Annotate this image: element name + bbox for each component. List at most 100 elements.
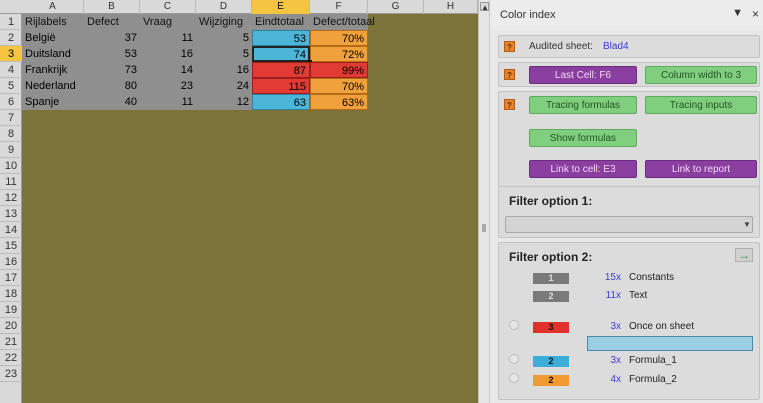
cell-e3-selected[interactable]: 74 xyxy=(252,46,310,62)
cell-b6[interactable]: 40 xyxy=(84,94,140,110)
spreadsheet-area[interactable]: A B C D E F G H 1 2 3 4 5 6 7 8 9 10 11 … xyxy=(0,0,478,403)
row-header[interactable]: 4 xyxy=(0,62,22,78)
link-to-report-button[interactable]: Link to report xyxy=(645,160,757,178)
cell-d4[interactable]: 16 xyxy=(196,62,252,78)
cell-f5[interactable]: 70% xyxy=(310,78,368,94)
cell-f1[interactable]: Defect/totaal xyxy=(310,14,375,30)
column-header-f[interactable]: F xyxy=(310,0,368,14)
cell-a1[interactable]: Rijlabels xyxy=(22,14,84,30)
cell-e1[interactable]: Eindtotaal xyxy=(252,14,310,30)
row-header[interactable]: 3 xyxy=(0,46,22,62)
radio-once-on-sheet[interactable] xyxy=(509,320,519,330)
row-header[interactable]: 20 xyxy=(0,318,22,334)
splitter-grip-icon[interactable] xyxy=(482,224,486,232)
filter-option-1-select[interactable] xyxy=(505,216,753,233)
cell-grid[interactable]: Rijlabels Defect Vraag Wijziging Eindtot… xyxy=(22,14,478,403)
column-width-button[interactable]: Column width to 3 xyxy=(645,66,757,84)
help-icon[interactable]: ? xyxy=(504,69,515,80)
filter-item-formula-2[interactable]: Formula_2 xyxy=(629,374,677,385)
cell-b5[interactable]: 80 xyxy=(84,78,140,94)
column-header-b[interactable]: B xyxy=(84,0,140,14)
row-header[interactable]: 13 xyxy=(0,206,22,222)
row-header[interactable]: 19 xyxy=(0,302,22,318)
panel-menu-dropdown-icon[interactable]: ▼ xyxy=(732,7,743,19)
scroll-up-arrow-icon[interactable]: ▲ xyxy=(480,2,489,12)
row-header[interactable]: 7 xyxy=(0,110,22,126)
cell-f2[interactable]: 70% xyxy=(310,30,368,46)
cell-d1[interactable]: Wijziging xyxy=(196,14,252,30)
apply-filter-arrow-icon[interactable]: → xyxy=(735,248,753,262)
row-header[interactable]: 11 xyxy=(0,174,22,190)
row-header[interactable]: 22 xyxy=(0,350,22,366)
cell-b1[interactable]: Defect xyxy=(84,14,140,30)
help-icon[interactable]: ? xyxy=(504,99,515,110)
row-header[interactable]: 21 xyxy=(0,334,22,350)
row-header[interactable]: 5 xyxy=(0,78,22,94)
cell-a3[interactable]: Duitsland xyxy=(22,46,84,62)
filter-item-text[interactable]: Text xyxy=(629,290,647,301)
panel-close-icon[interactable]: × xyxy=(752,7,759,21)
color-swatch-formula-2[interactable]: 2 xyxy=(533,375,569,386)
cell-f6[interactable]: 63% xyxy=(310,94,368,110)
link-to-cell-button[interactable]: Link to cell: E3 xyxy=(529,160,637,178)
cell-a5[interactable]: Nederland xyxy=(22,78,84,94)
row-header[interactable]: 10 xyxy=(0,158,22,174)
color-swatch-once-on-sheet[interactable]: 3 xyxy=(533,322,569,333)
cell-a2[interactable]: België xyxy=(22,30,84,46)
cell-c3[interactable]: 16 xyxy=(140,46,196,62)
cell-d6[interactable]: 12 xyxy=(196,94,252,110)
filter-item-once-on-sheet[interactable]: Once on sheet xyxy=(629,321,694,332)
cell-b3[interactable]: 53 xyxy=(84,46,140,62)
row-header[interactable]: 6 xyxy=(0,94,22,110)
radio-formula-1[interactable] xyxy=(509,354,519,364)
row-header[interactable]: 12 xyxy=(0,190,22,206)
column-header-c[interactable]: C xyxy=(140,0,196,14)
last-cell-button[interactable]: Last Cell: F6 xyxy=(529,66,637,84)
cell-c2[interactable]: 11 xyxy=(140,30,196,46)
cell-a6[interactable]: Spanje xyxy=(22,94,84,110)
column-header-g[interactable]: G xyxy=(368,0,424,14)
cell-a4[interactable]: Frankrijk xyxy=(22,62,84,78)
tracing-inputs-button[interactable]: Tracing inputs xyxy=(645,96,757,114)
row-header[interactable]: 18 xyxy=(0,286,22,302)
row-header[interactable]: 8 xyxy=(0,126,22,142)
cell-f4[interactable]: 99% xyxy=(310,62,368,78)
cell-e6[interactable]: 63 xyxy=(252,94,310,110)
cell-e2[interactable]: 53 xyxy=(252,30,310,46)
row-header[interactable]: 2 xyxy=(0,30,22,46)
row-header[interactable]: 9 xyxy=(0,142,22,158)
column-header-e[interactable]: E xyxy=(252,0,310,14)
radio-formula-2[interactable] xyxy=(509,373,519,383)
row-header[interactable]: 23 xyxy=(0,366,22,382)
cell-c1[interactable]: Vraag xyxy=(140,14,196,30)
cell-d3[interactable]: 5 xyxy=(196,46,252,62)
row-header[interactable]: 14 xyxy=(0,222,22,238)
pane-splitter[interactable]: ▲ xyxy=(478,0,490,403)
help-icon[interactable]: ? xyxy=(504,41,515,52)
row-header[interactable]: 1 xyxy=(0,14,22,30)
color-swatch-formula-1[interactable]: 2 xyxy=(533,356,569,367)
show-formulas-button[interactable]: Show formulas xyxy=(529,129,637,147)
select-chevron-down-icon[interactable]: ▼ xyxy=(743,220,751,229)
cell-d5[interactable]: 24 xyxy=(196,78,252,94)
color-swatch-text[interactable]: 2 xyxy=(533,291,569,302)
column-header-h[interactable]: H xyxy=(424,0,478,14)
cell-e5[interactable]: 115 xyxy=(252,78,310,94)
row-header[interactable]: 16 xyxy=(0,254,22,270)
column-header-d[interactable]: D xyxy=(196,0,252,14)
cell-b2[interactable]: 37 xyxy=(84,30,140,46)
row-header[interactable]: 15 xyxy=(0,238,22,254)
color-swatch-constants[interactable]: 1 xyxy=(533,273,569,284)
cell-c6[interactable]: 11 xyxy=(140,94,196,110)
row-header[interactable]: 17 xyxy=(0,270,22,286)
column-header-a[interactable]: A xyxy=(22,0,84,14)
cell-f3[interactable]: 72% xyxy=(310,46,368,62)
cell-d2[interactable]: 5 xyxy=(196,30,252,46)
filter-item-formula-1[interactable]: Formula_1 xyxy=(629,355,677,366)
tracing-formulas-button[interactable]: Tracing formulas xyxy=(529,96,637,114)
filter-item-constants[interactable]: Constants xyxy=(629,272,674,283)
cell-c5[interactable]: 23 xyxy=(140,78,196,94)
selected-filter-row[interactable] xyxy=(587,336,753,351)
cell-e4[interactable]: 87 xyxy=(252,62,310,78)
cell-b4[interactable]: 73 xyxy=(84,62,140,78)
